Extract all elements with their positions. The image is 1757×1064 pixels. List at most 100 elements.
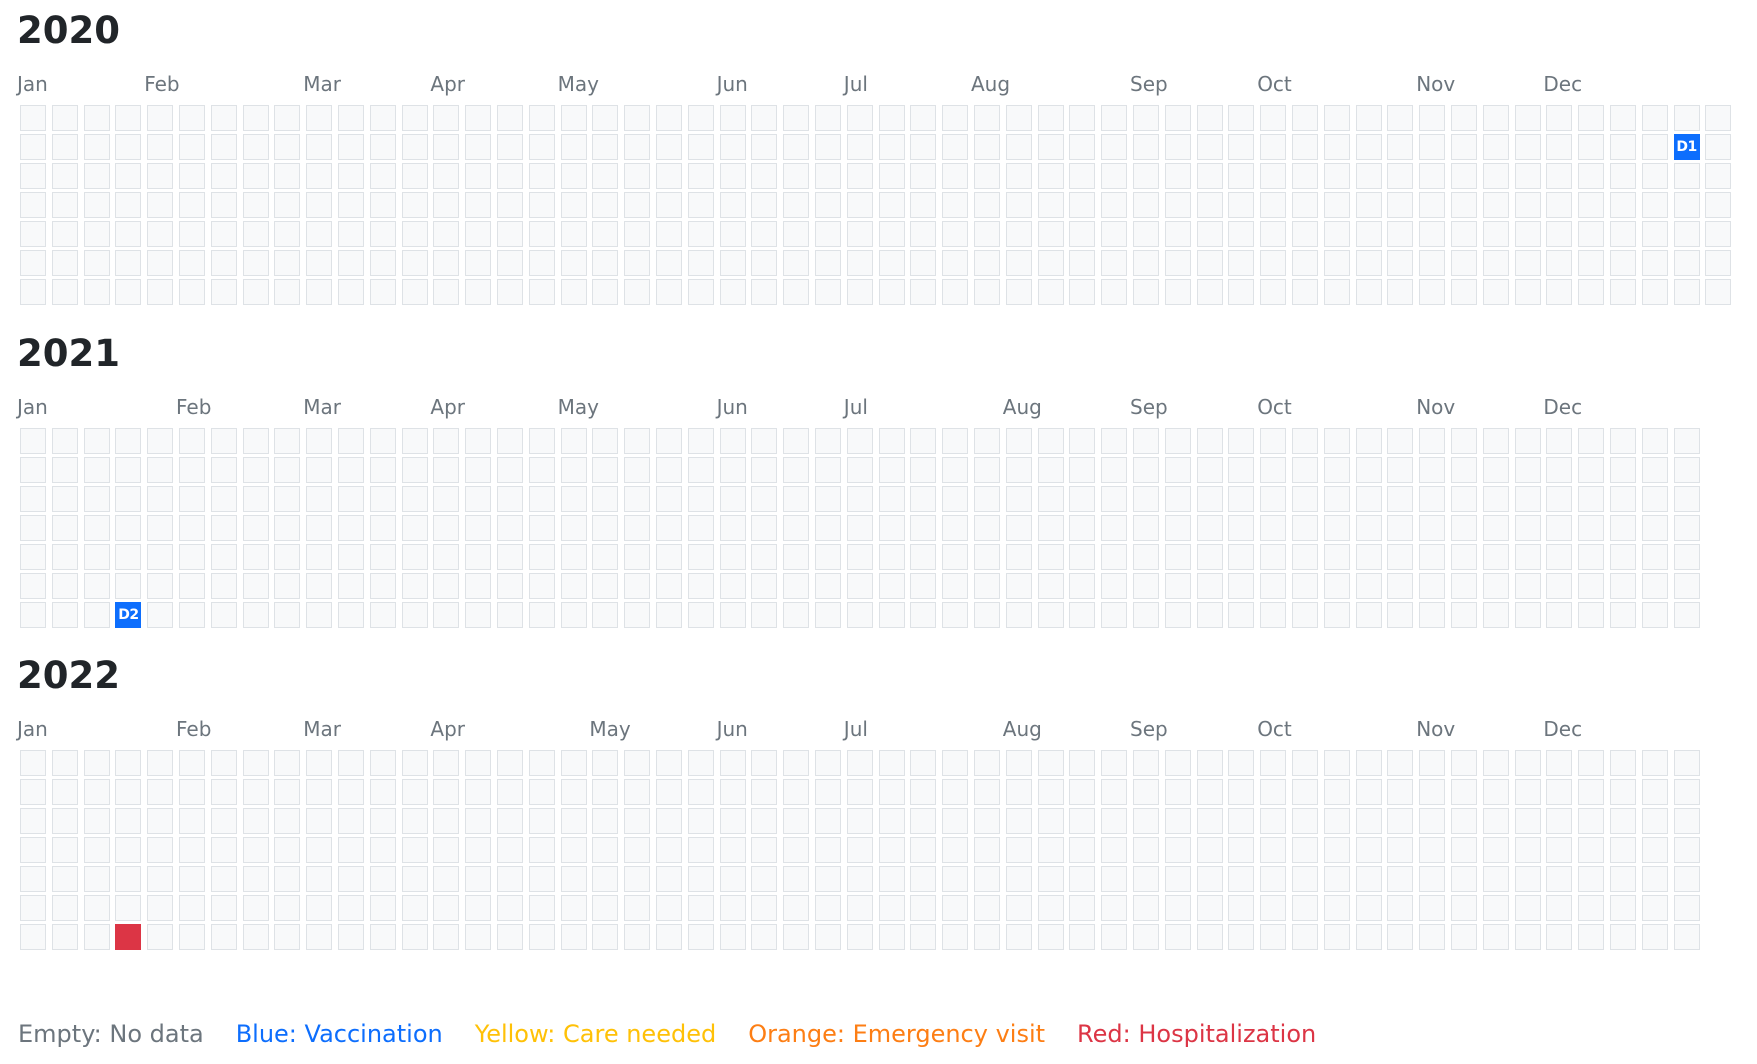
day-cell[interactable] <box>1673 105 1700 131</box>
day-cell[interactable] <box>687 895 714 921</box>
day-cell[interactable] <box>910 250 937 276</box>
day-cell[interactable] <box>401 250 428 276</box>
day-cell[interactable] <box>465 779 492 805</box>
day-cell[interactable] <box>1323 134 1350 160</box>
day-cell[interactable] <box>1451 134 1477 160</box>
day-cell[interactable] <box>1610 221 1636 247</box>
day-cell[interactable] <box>1164 895 1191 921</box>
day-cell[interactable] <box>115 250 142 276</box>
day-cell[interactable] <box>528 428 555 454</box>
day-cell[interactable] <box>115 808 142 834</box>
day-cell[interactable] <box>815 924 841 950</box>
day-cell[interactable] <box>1133 573 1159 599</box>
day-cell[interactable] <box>1419 924 1446 950</box>
day-cell[interactable] <box>1387 221 1414 247</box>
day-cell[interactable] <box>846 837 873 863</box>
day-cell[interactable] <box>592 163 619 189</box>
day-cell[interactable] <box>338 221 364 247</box>
day-cell[interactable] <box>401 279 428 305</box>
day-cell[interactable] <box>942 779 969 805</box>
day-cell[interactable] <box>369 192 396 218</box>
day-cell[interactable] <box>1323 486 1350 512</box>
day-cell[interactable] <box>1482 221 1509 247</box>
day-cell[interactable] <box>783 573 810 599</box>
day-cell[interactable] <box>878 134 905 160</box>
day-cell[interactable] <box>401 779 428 805</box>
day-cell[interactable] <box>528 221 555 247</box>
day-cell[interactable] <box>338 134 364 160</box>
day-cell[interactable] <box>1451 750 1477 776</box>
day-cell[interactable] <box>147 250 174 276</box>
day-cell[interactable] <box>1355 895 1382 921</box>
day-cell[interactable] <box>1610 895 1636 921</box>
day-cell[interactable] <box>1069 895 1096 921</box>
day-cell[interactable] <box>1260 105 1287 131</box>
day-cell[interactable] <box>115 515 142 541</box>
day-cell[interactable] <box>624 105 651 131</box>
day-cell[interactable] <box>1673 779 1700 805</box>
day-cell[interactable] <box>433 866 460 892</box>
day-cell[interactable] <box>910 105 937 131</box>
day-cell[interactable] <box>1355 486 1382 512</box>
day-cell[interactable] <box>369 895 396 921</box>
day-cell[interactable] <box>147 866 174 892</box>
day-cell[interactable] <box>1323 750 1350 776</box>
day-cell[interactable] <box>974 105 1000 131</box>
day-cell[interactable] <box>687 924 714 950</box>
day-cell[interactable] <box>1514 837 1541 863</box>
day-cell[interactable] <box>1292 428 1318 454</box>
day-cell[interactable] <box>687 779 714 805</box>
day-cell[interactable] <box>1069 163 1096 189</box>
day-cell[interactable] <box>210 837 237 863</box>
day-cell[interactable] <box>115 573 142 599</box>
day-cell[interactable] <box>1705 134 1732 160</box>
day-cell[interactable] <box>242 895 269 921</box>
day-cell[interactable] <box>306 750 333 776</box>
day-cell[interactable] <box>1005 457 1032 483</box>
day-cell[interactable] <box>656 602 682 628</box>
day-cell[interactable] <box>1101 866 1128 892</box>
day-cell[interactable] <box>878 924 905 950</box>
day-cell[interactable] <box>1451 428 1477 454</box>
day-cell[interactable] <box>1101 192 1128 218</box>
day-cell[interactable] <box>624 895 651 921</box>
day-cell[interactable] <box>51 486 78 512</box>
day-cell[interactable] <box>1610 192 1636 218</box>
day-cell[interactable] <box>1546 250 1573 276</box>
day-cell[interactable] <box>1451 602 1477 628</box>
day-cell[interactable] <box>1514 457 1541 483</box>
day-cell[interactable] <box>465 428 492 454</box>
day-cell[interactable] <box>1323 602 1350 628</box>
day-cell[interactable] <box>1387 779 1414 805</box>
day-cell[interactable] <box>1610 837 1636 863</box>
day-cell[interactable] <box>1387 250 1414 276</box>
day-cell[interactable] <box>242 250 269 276</box>
day-cell[interactable] <box>783 895 810 921</box>
day-cell[interactable] <box>147 750 174 776</box>
day-cell[interactable] <box>719 544 746 570</box>
day-cell[interactable] <box>147 808 174 834</box>
day-cell[interactable] <box>1482 192 1509 218</box>
day-cell[interactable] <box>1101 544 1128 570</box>
day-cell[interactable] <box>242 779 269 805</box>
day-cell[interactable] <box>1037 221 1064 247</box>
day-cell[interactable] <box>560 105 587 131</box>
day-cell[interactable] <box>624 250 651 276</box>
day-cell[interactable] <box>369 486 396 512</box>
day-cell[interactable] <box>1292 544 1318 570</box>
day-cell[interactable] <box>51 105 78 131</box>
day-cell[interactable] <box>878 866 905 892</box>
day-cell[interactable] <box>1451 837 1477 863</box>
day-cell[interactable] <box>1292 750 1318 776</box>
day-cell[interactable] <box>656 866 682 892</box>
day-cell[interactable] <box>1037 837 1064 863</box>
day-cell[interactable] <box>1164 808 1191 834</box>
day-cell[interactable] <box>147 486 174 512</box>
day-cell[interactable] <box>115 750 142 776</box>
day-cell[interactable] <box>1482 486 1509 512</box>
day-cell[interactable] <box>1228 250 1255 276</box>
day-cell[interactable] <box>179 808 205 834</box>
day-cell[interactable] <box>560 924 587 950</box>
day-cell[interactable] <box>1228 221 1255 247</box>
day-cell[interactable] <box>687 544 714 570</box>
